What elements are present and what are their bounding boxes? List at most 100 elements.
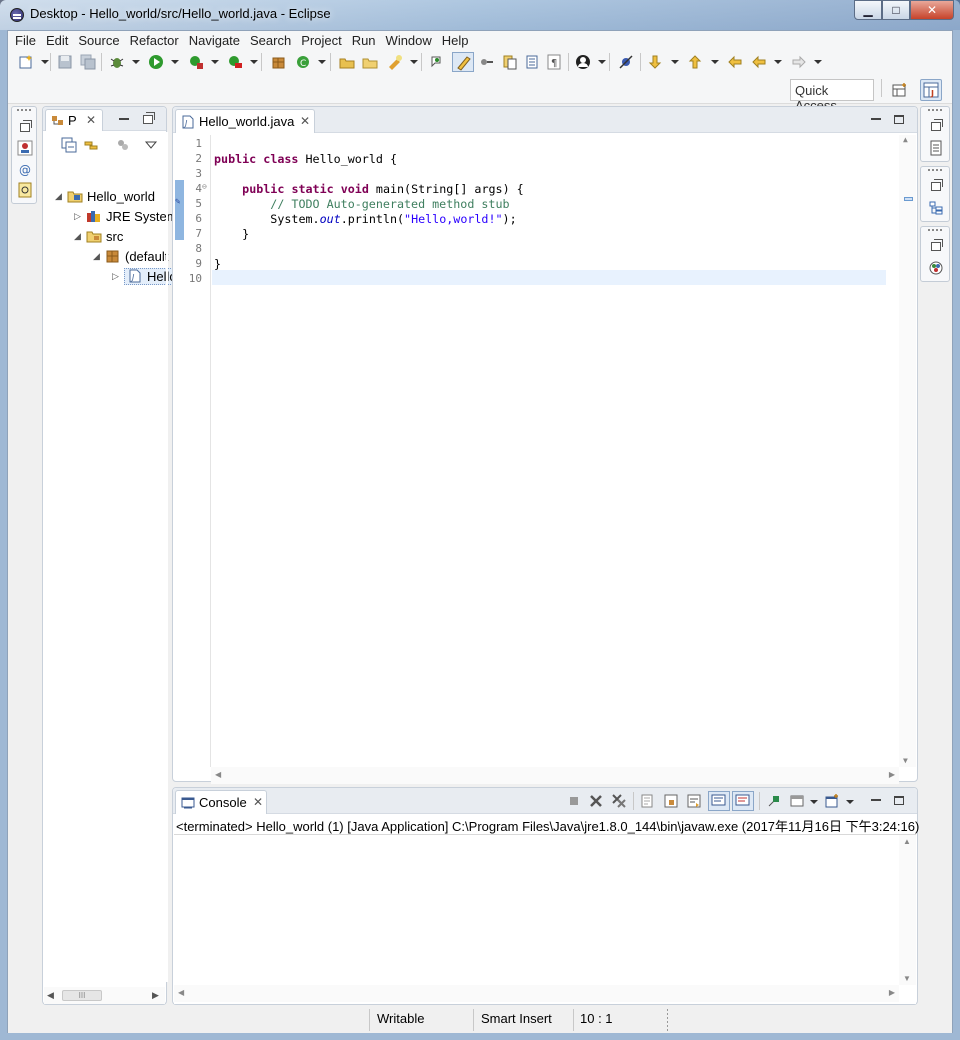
focus-on-task-icon[interactable] <box>115 137 131 153</box>
search-dropdown-icon[interactable] <box>410 60 418 64</box>
scroll-up-icon[interactable]: ▲ <box>903 135 908 144</box>
display-console-dropdown-icon[interactable] <box>810 800 818 804</box>
perspective-avatar-icon[interactable] <box>575 54 591 70</box>
declaration-icon[interactable] <box>17 182 33 198</box>
console-output[interactable]: ▲ ▼ ◀ ▶ <box>174 834 916 1004</box>
scroll-down-icon[interactable]: ▼ <box>903 974 911 983</box>
java-perspective-icon[interactable]: J <box>920 79 942 101</box>
maximize-editor-icon[interactable] <box>894 115 904 124</box>
restore-icon[interactable] <box>931 239 943 251</box>
restore-icon[interactable] <box>20 120 32 132</box>
maximize-view-icon[interactable] <box>143 112 155 124</box>
tree-item-project[interactable]: ◢ Hello_world <box>55 186 155 206</box>
coverage-icon[interactable] <box>188 54 204 70</box>
task-marker-icon[interactable]: ✎ <box>175 197 180 207</box>
close-tab-icon[interactable]: ✕ <box>86 113 96 127</box>
toggle-breadcrumb-icon[interactable] <box>524 54 540 70</box>
minimize-view-icon[interactable] <box>871 799 881 801</box>
back-dropdown-icon[interactable] <box>774 60 782 64</box>
expanded-icon[interactable]: ◢ <box>55 191 63 202</box>
back-icon[interactable] <box>751 54 767 70</box>
open-console-dropdown-icon[interactable] <box>846 800 854 804</box>
open-task-icon[interactable] <box>362 54 378 70</box>
trim-handle[interactable] <box>17 109 31 111</box>
perspective-dropdown-icon[interactable] <box>598 60 606 64</box>
collapsed-icon[interactable]: ▷ <box>74 211 82 222</box>
menu-project[interactable]: Project <box>296 31 346 50</box>
forward-icon[interactable] <box>791 54 807 70</box>
restore-icon[interactable] <box>931 119 943 131</box>
show-console-on-stderr-icon[interactable] <box>732 791 754 811</box>
expanded-icon[interactable]: ◢ <box>74 231 82 242</box>
minimize-view-icon[interactable] <box>119 118 129 120</box>
tree-item-src[interactable]: ◢ src <box>74 226 123 246</box>
editor-vscroll[interactable]: ▲ ▼ <box>899 135 916 767</box>
editor-hscroll[interactable]: ◀ ▶ <box>211 767 899 784</box>
trim-handle[interactable] <box>928 229 942 231</box>
save-icon[interactable] <box>57 54 73 70</box>
last-edit-location-icon[interactable] <box>727 54 743 70</box>
close-tab-icon[interactable]: ✕ <box>300 114 310 128</box>
menu-search[interactable]: Search <box>245 31 296 50</box>
link-with-editor-icon[interactable] <box>83 137 99 153</box>
menu-help[interactable]: Help <box>437 31 474 50</box>
next-annotation-dropdown-icon[interactable] <box>671 60 679 64</box>
scroll-lock-icon[interactable] <box>663 793 679 809</box>
console-vscroll[interactable]: ▲ ▼ <box>899 835 916 985</box>
scroll-right-icon[interactable]: ▶ <box>152 990 159 1001</box>
open-perspective-icon[interactable] <box>892 82 908 98</box>
search-flashlight-icon[interactable] <box>387 54 403 70</box>
skip-breakpoints-icon[interactable] <box>618 54 634 70</box>
show-whitespace-characters-icon[interactable]: ¶ <box>546 54 562 70</box>
mark-occurrences-icon[interactable] <box>452 52 474 72</box>
console-tab[interactable]: Console ✕ <box>175 790 267 814</box>
fold-icon[interactable]: ⊖ <box>202 182 207 191</box>
restore-icon[interactable] <box>931 179 943 191</box>
menu-file[interactable]: File <box>10 31 41 50</box>
minimize-editor-icon[interactable] <box>871 118 881 120</box>
menu-refactor[interactable]: Refactor <box>125 31 184 50</box>
close-tab-icon[interactable]: ✕ <box>253 795 263 809</box>
block-selection-icon[interactable] <box>479 54 495 70</box>
outline-icon[interactable] <box>928 200 944 216</box>
maximize-button[interactable]: □ <box>882 0 910 20</box>
package-explorer-hscroll[interactable]: ◀ III ▶ <box>44 987 165 1004</box>
minimize-button[interactable]: ▁ <box>854 0 882 20</box>
maximize-view-icon[interactable] <box>894 796 904 805</box>
run-icon[interactable] <box>148 54 164 70</box>
next-annotation-icon[interactable] <box>648 54 664 70</box>
open-type-icon[interactable] <box>339 54 355 70</box>
expanded-icon[interactable]: ◢ <box>93 251 101 262</box>
trim-handle[interactable] <box>928 109 942 111</box>
close-button[interactable]: ✕ <box>910 0 954 20</box>
scroll-left-icon[interactable]: ◀ <box>215 770 221 779</box>
new-java-class-icon[interactable]: C <box>295 54 311 70</box>
javadoc-icon[interactable]: @ <box>17 161 33 177</box>
scroll-left-icon[interactable]: ◀ <box>178 988 184 997</box>
palette-icon[interactable] <box>928 260 944 276</box>
scroll-up-icon[interactable]: ▲ <box>903 837 911 846</box>
view-menu-icon[interactable] <box>143 137 159 153</box>
remove-all-terminated-icon[interactable] <box>611 793 627 809</box>
menu-run[interactable]: Run <box>347 31 381 50</box>
new-icon[interactable] <box>18 54 34 70</box>
scroll-thumb[interactable]: III <box>62 990 102 1001</box>
word-wrap-icon[interactable] <box>686 793 702 809</box>
type-hierarchy-icon[interactable] <box>17 140 33 156</box>
show-whitespace-icon[interactable] <box>502 54 518 70</box>
scroll-right-icon[interactable]: ▶ <box>889 770 895 779</box>
menu-source[interactable]: Source <box>73 31 124 50</box>
previous-annotation-dropdown-icon[interactable] <box>711 60 719 64</box>
package-explorer-tab[interactable]: P ✕ <box>45 109 103 131</box>
trim-handle[interactable] <box>928 169 942 171</box>
remove-launch-icon[interactable] <box>588 793 604 809</box>
display-selected-console-icon[interactable] <box>789 793 805 809</box>
annotation-icon[interactable] <box>429 54 445 70</box>
task-list-icon[interactable] <box>928 140 944 156</box>
editor-tab-hello-world[interactable]: J Hello_world.java ✕ <box>175 109 315 133</box>
coverage-dropdown-icon[interactable] <box>211 60 219 64</box>
scroll-right-icon[interactable]: ▶ <box>889 988 895 997</box>
forward-dropdown-icon[interactable] <box>814 60 822 64</box>
pin-console-icon[interactable] <box>766 793 782 809</box>
quick-access-field[interactable]: Quick Access <box>790 79 874 113</box>
